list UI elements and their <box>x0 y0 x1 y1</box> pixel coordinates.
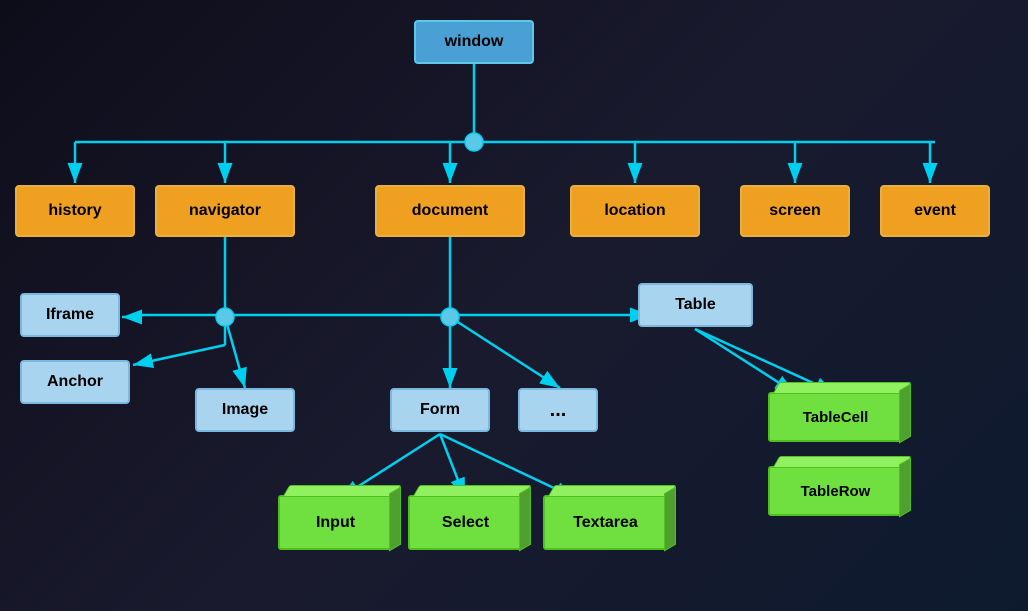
table-node: Table <box>638 283 753 327</box>
select-node-container: Select <box>408 495 523 550</box>
textarea-node-container: Textarea <box>543 495 668 550</box>
document-node: document <box>375 185 525 237</box>
navigator-node: navigator <box>155 185 295 237</box>
input-node-container: Input <box>278 495 393 550</box>
iframe-node: Iframe <box>20 293 120 337</box>
tablecell-node-container: TableCell <box>768 392 903 442</box>
history-node: history <box>15 185 135 237</box>
window-node: window <box>414 20 534 64</box>
ellipsis-node: ... <box>518 388 598 432</box>
diagram: window history navigator document locati… <box>0 0 1028 611</box>
event-node: event <box>880 185 990 237</box>
anchor-node: Anchor <box>20 360 130 404</box>
screen-node: screen <box>740 185 850 237</box>
image-node: Image <box>195 388 295 432</box>
form-node: Form <box>390 388 490 432</box>
location-node: location <box>570 185 700 237</box>
tablerow-node-container: TableRow <box>768 466 903 516</box>
